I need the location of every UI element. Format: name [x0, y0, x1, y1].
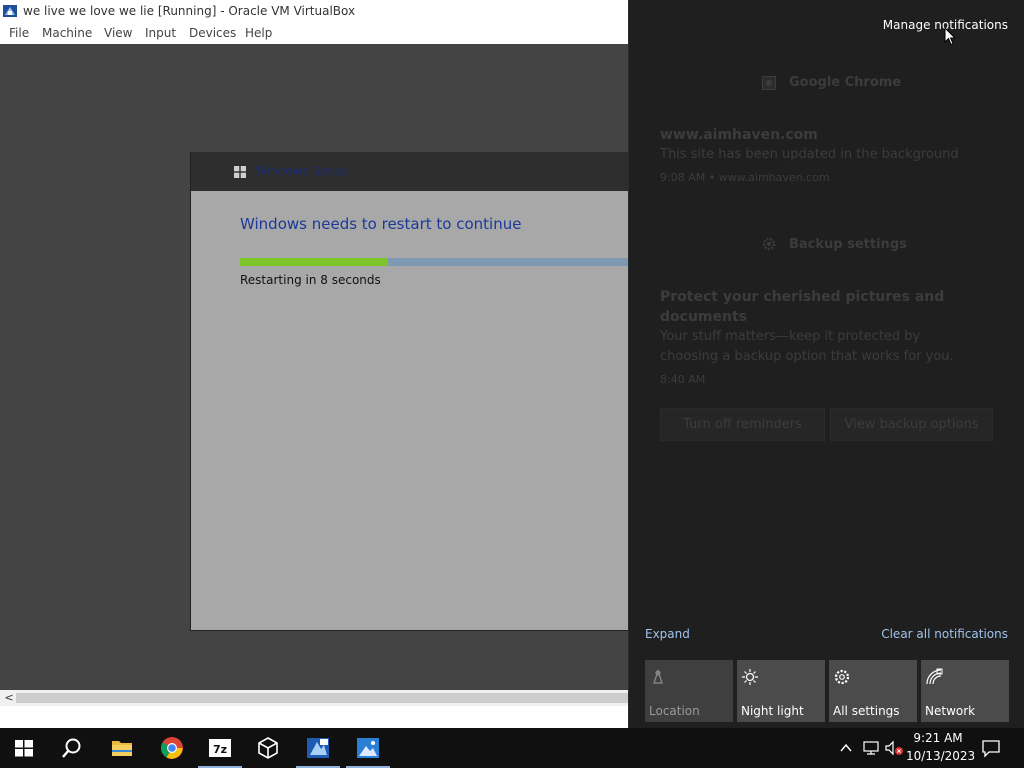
window-title: we live we love we lie [Running] - Oracl… — [23, 4, 356, 18]
menu-help[interactable]: Help — [245, 26, 272, 40]
setup-heading: Windows needs to restart to continue — [240, 215, 522, 233]
virtualbox-app-icon — [307, 738, 329, 758]
horizontal-scrollbar[interactable]: < — [0, 690, 628, 706]
start-icon — [15, 740, 33, 757]
file-explorer-icon — [112, 741, 132, 756]
quick-action-night-light[interactable]: Night light — [737, 660, 825, 722]
gear-icon — [762, 237, 776, 251]
turn-off-reminders-button[interactable]: Turn off reminders — [660, 408, 825, 441]
virtualbox-window: we live we love we lie [Running] - Oracl… — [0, 0, 628, 728]
settings-gear-icon — [834, 669, 850, 685]
menu-devices[interactable]: Devices — [189, 26, 236, 40]
windows-logo-icon — [234, 166, 246, 178]
progress-fill — [240, 258, 388, 266]
volume-muted-icon[interactable] — [884, 740, 904, 756]
notification-group-chrome[interactable]: Google Chrome — [789, 75, 901, 90]
tile-label: All settings — [833, 704, 900, 718]
taskbar-virtualbox-app[interactable] — [294, 728, 342, 768]
notification-title-line-1[interactable]: Protect your cherished pictures and — [660, 289, 944, 305]
tile-label: Night light — [741, 704, 804, 718]
search-icon — [62, 738, 81, 758]
7zip-icon: 7z — [209, 739, 231, 757]
quick-action-all-settings[interactable]: All settings — [829, 660, 917, 722]
view-backup-options-button[interactable]: View backup options — [830, 408, 993, 441]
action-center-icon[interactable] — [980, 738, 1002, 758]
notification-title-line-2[interactable]: documents — [660, 309, 747, 325]
notification-meta: 8:40 AM — [660, 373, 706, 386]
restart-progress-bar — [240, 258, 628, 266]
tile-label: Network — [925, 704, 976, 718]
tile-label: Location — [649, 704, 700, 718]
night-light-icon — [742, 669, 758, 685]
search-button[interactable] — [48, 728, 96, 768]
quick-action-network[interactable]: Network — [921, 660, 1009, 722]
location-icon — [653, 668, 663, 684]
expand-quick-actions-link[interactable]: Expand — [645, 627, 690, 641]
taskbar: 7z 9:21 AM 10/13/2023 — [0, 728, 1024, 768]
setup-title-bar: Windows Setup — [191, 152, 628, 191]
notification-title[interactable]: www.aimhaven.com — [660, 127, 818, 143]
quick-action-location[interactable]: Location — [645, 660, 733, 722]
action-center-panel: Manage notifications Google Chrome www.a… — [628, 0, 1024, 728]
windows-setup-dialog: Windows Setup Windows needs to restart t… — [190, 152, 628, 631]
virtualbox-icon — [3, 5, 17, 17]
photos-icon — [357, 738, 379, 758]
notification-group-backup[interactable]: Backup settings — [789, 237, 907, 252]
notification-body-line-1: Your stuff matters—keep it protected by — [660, 329, 921, 344]
ethernet-icon[interactable] — [862, 740, 880, 756]
menu-machine[interactable]: Machine — [42, 26, 92, 40]
title-bar[interactable]: we live we love we lie [Running] - Oracl… — [0, 0, 628, 24]
chrome-icon — [762, 76, 776, 90]
status-bar — [0, 706, 628, 728]
taskbar-file-explorer[interactable] — [98, 728, 146, 768]
menu-input[interactable]: Input — [145, 26, 176, 40]
clock-date[interactable]: 10/13/2023 — [906, 749, 975, 763]
start-button[interactable] — [0, 728, 48, 768]
notification-meta: 9:08 AM • www.aimhaven.com — [660, 171, 830, 184]
scrollbar-thumb[interactable] — [16, 693, 628, 703]
taskbar-7zip[interactable]: 7z — [196, 728, 244, 768]
network-icon — [926, 668, 943, 685]
menu-bar: File Machine View Input Devices Help — [0, 24, 628, 44]
clear-all-notifications-link[interactable]: Clear all notifications — [881, 627, 1008, 641]
vm-display[interactable]: Windows Setup Windows needs to restart t… — [0, 44, 628, 690]
restart-countdown: Restarting in 8 seconds — [240, 273, 381, 287]
notification-body: This site has been updated in the backgr… — [660, 147, 959, 162]
clock-time[interactable]: 9:21 AM — [906, 731, 970, 745]
chevron-up-icon[interactable] — [838, 740, 854, 756]
mouse-cursor-icon — [944, 27, 956, 46]
menu-file[interactable]: File — [9, 26, 29, 40]
virtualbox-icon — [258, 737, 278, 759]
taskbar-chrome[interactable] — [148, 728, 196, 768]
chrome-icon — [161, 737, 183, 759]
taskbar-photos[interactable] — [344, 728, 392, 768]
7zip-label: 7z — [213, 743, 227, 756]
menu-view[interactable]: View — [104, 26, 132, 40]
scroll-left-button[interactable]: < — [2, 690, 16, 706]
notification-body-line-2: choosing a backup option that works for … — [660, 349, 954, 364]
setup-window-title: Windows Setup — [255, 164, 348, 178]
taskbar-virtualbox[interactable] — [244, 728, 292, 768]
